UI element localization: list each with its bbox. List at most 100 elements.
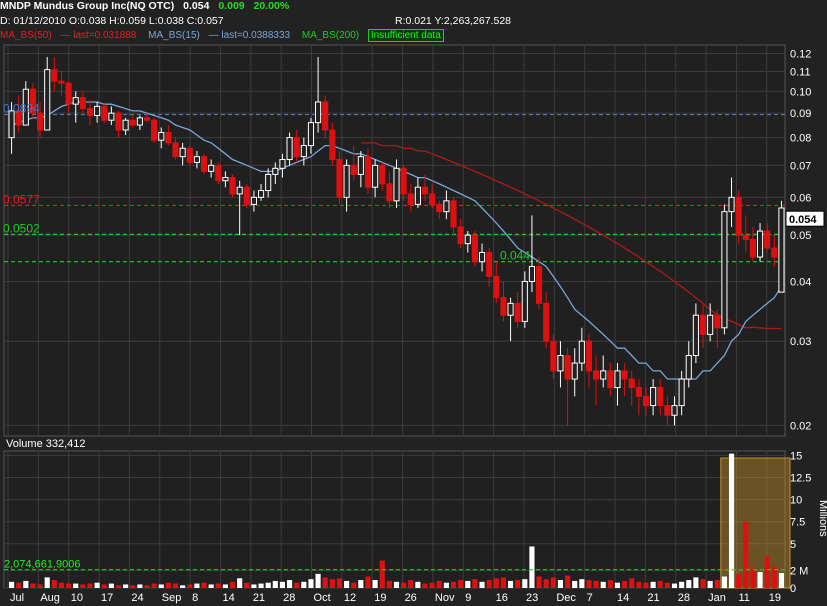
ma50-last: last=0.031888	[73, 30, 137, 41]
volume-bar	[565, 575, 571, 588]
candle-body	[550, 340, 557, 372]
volume-bar	[721, 576, 727, 588]
volume-panel	[3, 450, 786, 589]
quote-header: MNDP Mundus Group Inc(NQ OTC) 0.054 0.00…	[0, 0, 295, 12]
range-values: R:0.021 Y:2,263,267.528	[395, 15, 511, 27]
volume-bar	[58, 582, 65, 588]
volume-bar	[344, 580, 350, 588]
ohlc-readout: D: 01/12/2010 O:0.038 H:0.059 L:0.038 C:…	[0, 15, 230, 27]
candle-body	[464, 234, 471, 245]
volume-bar	[500, 577, 506, 588]
volume-bar	[550, 577, 556, 588]
volume-bar	[522, 579, 528, 588]
volume-bar	[329, 579, 335, 588]
last-price: 0.054	[183, 0, 210, 12]
volume-bar	[151, 583, 157, 588]
volume-bar	[358, 580, 364, 588]
candle-body	[393, 167, 400, 202]
candle-body	[329, 129, 336, 160]
volume-bar	[600, 581, 606, 588]
price-tick-label: 0.11	[790, 67, 811, 79]
candle-body	[250, 196, 257, 205]
candle-body	[771, 247, 778, 258]
volume-bar	[572, 580, 578, 588]
volume-bar	[44, 577, 50, 588]
price-change-percent: 20.00%	[253, 0, 290, 12]
candle-body	[200, 156, 208, 172]
volume-bar	[158, 584, 164, 588]
time-tick-label: 28	[678, 592, 690, 604]
candle-body	[307, 122, 315, 147]
candle-body	[343, 164, 350, 198]
candle-body	[707, 314, 714, 335]
reference-line-label: 0.0894	[3, 102, 40, 116]
ohlc-values: D: 01/12/2010 O:0.038 H:0.059 L:0.038 C:…	[0, 15, 224, 27]
candle-body	[685, 355, 692, 380]
volume-bar	[507, 580, 514, 588]
candle-body	[756, 230, 764, 258]
volume-bar	[258, 583, 264, 588]
volume-tick-label: 2 M	[790, 565, 808, 577]
candle-body	[657, 387, 664, 407]
volume-bar	[629, 578, 635, 588]
time-tick-label: 11	[738, 592, 749, 604]
volume-bar	[144, 585, 150, 588]
volume-tick-label: 7.5	[790, 517, 805, 529]
candle-body	[265, 173, 272, 192]
volume-bar	[137, 584, 143, 588]
symbol-title: MNDP Mundus Group Inc(NQ OTC)	[0, 0, 175, 12]
volume-bar	[237, 578, 243, 588]
volume-bar	[23, 580, 29, 588]
candle-body	[721, 211, 728, 329]
price-tick-label: 0.10	[790, 86, 811, 98]
volume-tick-label: 10	[790, 495, 802, 507]
volume-bar	[664, 582, 670, 588]
volume-bar	[301, 581, 307, 588]
candle-body	[257, 190, 265, 198]
candle-body	[543, 302, 550, 342]
candle-body	[507, 302, 514, 316]
insufficient-data-badge: Insufficient data	[367, 29, 444, 42]
time-tick-label: 10	[71, 592, 83, 604]
candle-body	[215, 164, 222, 182]
time-tick-label: 19	[374, 592, 386, 604]
candle-body	[151, 119, 158, 141]
candle-body	[436, 203, 443, 213]
price-tick-label: 0.03	[790, 336, 811, 348]
volume-bar	[707, 580, 713, 588]
candle-body	[578, 340, 585, 364]
volume-bar	[315, 573, 321, 588]
candle-body	[193, 156, 200, 163]
candle-body	[65, 82, 72, 105]
volume-bar	[322, 577, 328, 588]
candle-body	[115, 112, 122, 131]
volume-bar	[429, 582, 435, 588]
time-tick-label: Oct	[314, 592, 331, 604]
time-tick-label: 7	[587, 592, 593, 604]
volume-bar	[736, 573, 742, 588]
volume-bar	[265, 582, 271, 588]
time-tick-label: 14	[222, 592, 234, 604]
candle-body	[279, 158, 286, 169]
candle-body	[186, 147, 193, 163]
candle-body	[350, 164, 357, 175]
candle-body	[628, 378, 635, 389]
last-price-label: 0.054	[789, 214, 817, 226]
candle-body	[557, 355, 564, 372]
time-tick-label: 19	[769, 592, 781, 604]
candle-body	[37, 112, 44, 131]
volume-bar	[557, 580, 564, 588]
candle-body	[229, 177, 236, 195]
volume-tick-label: 12.5	[790, 473, 811, 485]
candle-body	[222, 177, 229, 182]
candle-body	[600, 370, 607, 380]
candle-body	[642, 395, 650, 407]
ma50-label: MA_BS(50)	[0, 30, 52, 41]
time-tick-label: 26	[405, 592, 417, 604]
candle-body	[322, 101, 329, 131]
volume-bar	[679, 581, 685, 588]
price-tick-label: 0.09	[790, 108, 811, 120]
volume-bar	[750, 568, 756, 588]
ma15-legend: MA_BS(15) — last=0.0388333	[148, 30, 291, 41]
time-tick-label: 21	[253, 592, 265, 604]
